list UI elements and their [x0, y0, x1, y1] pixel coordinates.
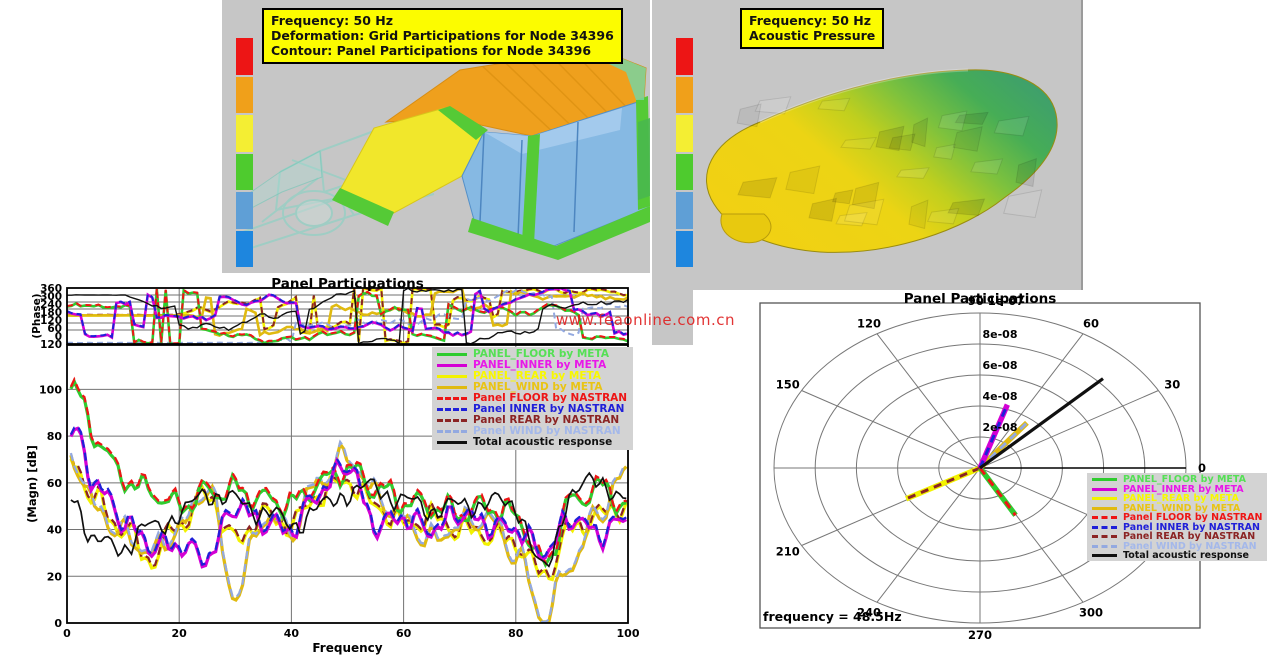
xy-plot-legend: PANEL_FLOOR by METAPANEL_INNER by METAPA…: [432, 347, 633, 450]
annotation-line: Contour: Panel Participations for Node 3…: [271, 43, 614, 58]
spoke-rear: [906, 468, 980, 499]
colorbar-segment: [236, 38, 253, 75]
tick-label: 80: [508, 627, 524, 640]
legend-label: Total acoustic response: [1123, 551, 1249, 561]
legend-line-swatch: [437, 364, 467, 367]
screenshot-root: Frequency: 50 Hz Deformation: Grid Parti…: [0, 0, 1273, 655]
legend-label: Panel REAR by NASTRAN: [473, 415, 619, 426]
legend-line-swatch: [1092, 545, 1117, 548]
legend-entry[interactable]: PANEL_INNER by META: [437, 360, 628, 371]
colorbar-segment: [236, 154, 253, 191]
tick-label: 100: [39, 383, 62, 396]
legend-entry[interactable]: PANEL_FLOOR by META: [437, 349, 628, 360]
xy-plot[interactable]: 3603002401801206001201008060402000204060…: [0, 273, 660, 655]
tick-label: 4e-08: [983, 390, 1018, 403]
tick-label: 40: [47, 524, 63, 537]
watermark: www.feaonline.com.cn: [556, 311, 735, 329]
colorbar-segment: [236, 231, 253, 268]
legend-entry[interactable]: PANEL_WIND by META: [437, 382, 628, 393]
legend-line-swatch: [437, 353, 467, 356]
tick-label: 60: [1083, 316, 1099, 330]
legend-line-swatch: [437, 441, 467, 444]
x-axis-label: Frequency: [312, 641, 382, 655]
tick-label: 150: [776, 378, 800, 392]
legend-line-swatch: [437, 386, 467, 389]
colorbar-segment: [676, 115, 693, 152]
legend-line-swatch: [1092, 478, 1117, 481]
legend-label: Panel WIND by NASTRAN: [473, 426, 621, 437]
legend-label: Panel INNER by NASTRAN: [473, 404, 624, 415]
tick-label: 8e-08: [983, 328, 1018, 341]
magnitude-axis-label: (Magn) [dB]: [25, 445, 39, 523]
legend-entry[interactable]: Panel WIND by NASTRAN: [437, 426, 628, 437]
legend-line-swatch: [1092, 507, 1117, 510]
tick-label: 60: [47, 477, 63, 490]
tick-label: 60: [396, 627, 412, 640]
legend-line-swatch: [437, 430, 467, 433]
legend-label: Panel FLOOR by NASTRAN: [473, 393, 627, 404]
colorbar-left: [236, 38, 253, 269]
legend-entry[interactable]: Total acoustic response: [1092, 551, 1262, 561]
colorbar-segment: [236, 77, 253, 114]
colorbar-segment: [676, 192, 693, 229]
colorbar-segment: [236, 115, 253, 152]
tick-label: 0: [54, 617, 62, 630]
legend-entry[interactable]: Panel REAR by NASTRAN: [437, 415, 628, 426]
tick-label: 6e-08: [983, 359, 1018, 372]
colorbar-right: [676, 38, 693, 269]
legend-entry[interactable]: Panel FLOOR by NASTRAN: [437, 393, 628, 404]
polar-plot-legend: PANEL_FLOOR by METAPANEL_INNER by METAPA…: [1087, 473, 1267, 561]
annotation-line: Acoustic Pressure: [749, 28, 875, 43]
colorbar-segment: [676, 231, 693, 268]
tick-label: 2e-08: [983, 421, 1018, 434]
annotation-line: Frequency: 50 Hz: [271, 13, 614, 28]
legend-label: Total acoustic response: [473, 437, 612, 448]
annotation-line: Frequency: 50 Hz: [749, 13, 875, 28]
frequency-annotation: frequency = 48.5Hz: [763, 609, 902, 624]
legend-line-swatch: [1092, 497, 1117, 500]
tick-label: 210: [776, 545, 800, 559]
legend-label: PANEL_INNER by META: [473, 360, 606, 371]
legend-line-swatch: [1092, 516, 1117, 519]
annotation-box-acoustic: Frequency: 50 Hz Acoustic Pressure: [740, 8, 884, 49]
polar-plot-title: Panel Participations: [760, 291, 1200, 307]
tick-label: 120: [40, 339, 62, 351]
colorbar-segment: [676, 38, 693, 75]
legend-entry[interactable]: Panel INNER by NASTRAN: [437, 404, 628, 415]
legend-line-swatch: [1092, 535, 1117, 538]
tick-label: 80: [47, 430, 63, 443]
tick-label: 20: [47, 570, 63, 583]
legend-line-swatch: [437, 419, 467, 422]
colorbar-segment: [236, 192, 253, 229]
tick-label: 100: [617, 627, 640, 640]
tick-label: 300: [1079, 606, 1103, 620]
legend-line-swatch: [1092, 526, 1117, 529]
series-wind_nastran: [71, 442, 626, 622]
annotation-line: Deformation: Grid Participations for Nod…: [271, 28, 614, 43]
legend-label: PANEL_WIND by META: [473, 382, 603, 393]
colorbar-segment: [676, 77, 693, 114]
tick-label: 30: [1164, 378, 1180, 392]
legend-entry[interactable]: PANEL_REAR by META: [437, 371, 628, 382]
legend-line-swatch: [1092, 488, 1117, 491]
legend-line-swatch: [1092, 554, 1117, 557]
phase-axis-label: (Phase): [31, 293, 43, 338]
legend-label: PANEL_FLOOR by META: [473, 349, 609, 360]
legend-label: PANEL_REAR by META: [473, 371, 601, 382]
legend-line-swatch: [437, 408, 467, 411]
colorbar-segment: [676, 154, 693, 191]
annotation-box-structural: Frequency: 50 Hz Deformation: Grid Parti…: [262, 8, 623, 64]
tick-label: 120: [857, 316, 881, 330]
legend-entry[interactable]: Total acoustic response: [437, 437, 628, 448]
tick-label: 270: [968, 628, 992, 642]
tick-label: 20: [172, 627, 188, 640]
legend-line-swatch: [437, 375, 467, 378]
tick-label: 40: [284, 627, 300, 640]
legend-line-swatch: [437, 397, 467, 400]
tick-label: 0: [63, 627, 71, 640]
xy-plot-title: Panel Participations: [67, 276, 628, 292]
